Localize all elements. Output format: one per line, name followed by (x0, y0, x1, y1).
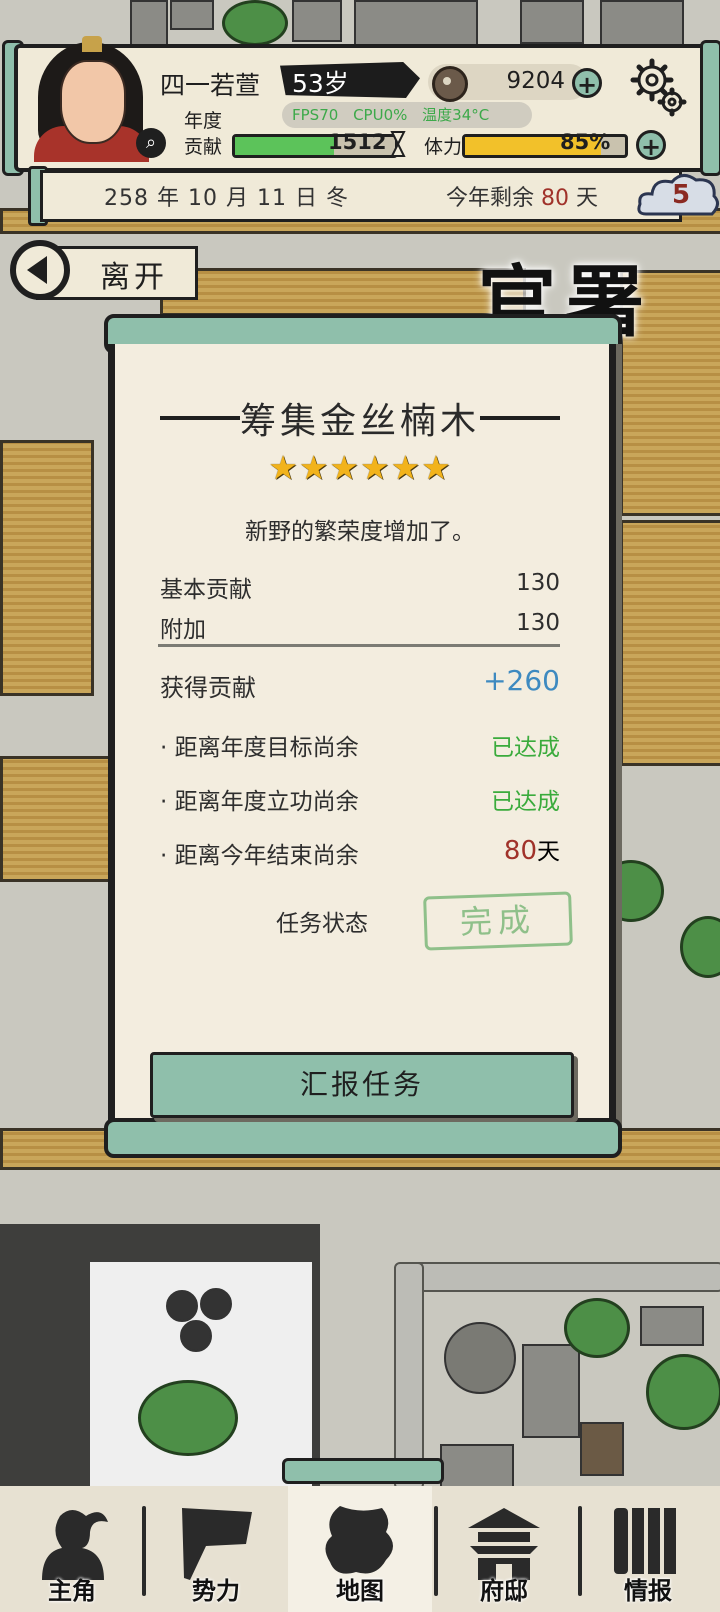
goal-label: 距离今年结束尚余 (174, 843, 359, 869)
nav-label: 势力 (192, 1577, 240, 1605)
remaining-prefix: 今年剩余 (446, 186, 535, 211)
cpu-readout: CPU0% (353, 106, 408, 124)
player-status-header: ⌕ 四一若萱 53岁 9204 + 年度 贡献 FPS70 CPU0% 温度34… (0, 36, 720, 226)
base-contribution-row: 基本贡献 130 (160, 570, 560, 604)
nav-item-map[interactable]: 地图 (288, 1486, 432, 1612)
header-scroll-rod-right (700, 40, 720, 176)
quest-rating-stars: ★★★★★★ (268, 448, 452, 487)
quest-title: 筹集金丝楠木 (239, 401, 480, 442)
quest-status-stamp: 完成 (423, 891, 573, 951)
hero-icon (42, 1510, 108, 1580)
leave-label: 离开 (100, 260, 168, 295)
search-icon[interactable]: ⌕ (136, 128, 166, 158)
leave-button[interactable]: 离开 (10, 240, 198, 302)
map-icon (325, 1506, 393, 1574)
notification-count: 5 (672, 180, 691, 210)
goal-value: 80 (503, 836, 537, 866)
bonus-contribution-value: 130 (516, 610, 560, 636)
hourglass-icon (390, 131, 406, 157)
bonus-contribution-label: 附加 (160, 617, 206, 643)
player-name: 四一若萱 (160, 71, 261, 100)
goal-value: 已达成 (491, 735, 560, 761)
goal-row-annual-merit: · 距离年度立功尚余 (160, 789, 359, 815)
stamina-value: 85% (560, 130, 611, 154)
divider (158, 644, 560, 647)
coin-icon (432, 66, 468, 102)
goal-label: 距离年度目标尚余 (174, 735, 359, 761)
faction-flag-icon (182, 1508, 252, 1580)
goal-value: 已达成 (491, 789, 560, 815)
report-quest-button[interactable]: 汇报任务 (150, 1052, 574, 1118)
base-contribution-value: 130 (516, 570, 560, 596)
goal-days-remaining: 80天 (504, 832, 560, 866)
stamina-label: 体力 (424, 136, 463, 158)
coin-amount: 9204 (506, 68, 565, 94)
gear-icon[interactable] (628, 56, 690, 118)
debug-overlay: FPS70 CPU0% 温度34°C (282, 102, 532, 128)
fps-readout: FPS70 (292, 106, 339, 124)
intel-scroll-icon (614, 1508, 676, 1574)
goal-unit: 天 (537, 839, 560, 865)
player-avatar[interactable] (20, 22, 155, 162)
bottom-navigation: 主角 势力 地图 府邸 情报 (0, 1486, 720, 1612)
base-contribution-label: 基本贡献 (160, 577, 252, 603)
quest-result-message: 新野的繁荣度增加了。 (245, 519, 475, 545)
nav-label: 地图 (336, 1577, 384, 1605)
remaining-days: 今年剩余 80 天 (446, 180, 598, 212)
nav-item-intel[interactable]: 情报 (576, 1486, 720, 1612)
active-tab-indicator (282, 1458, 444, 1484)
title-ornament-right (480, 416, 560, 420)
nav-item-faction[interactable]: 势力 (144, 1486, 288, 1612)
add-coins-plus-icon[interactable]: + (572, 68, 602, 99)
nav-item-hero[interactable]: 主角 (0, 1486, 144, 1612)
nav-label: 情报 (624, 1577, 672, 1605)
temperature-readout: 温度34°C (422, 106, 490, 124)
bonus-contribution-row: 附加 130 (160, 610, 560, 644)
scroll-rod-bottom (104, 1118, 622, 1158)
mansion-icon (468, 1508, 540, 1580)
goal-label: 距离年度立功尚余 (174, 789, 359, 815)
remaining-days-value: 80 (541, 186, 570, 211)
quest-status-label: 任务状态 (276, 911, 368, 937)
game-date: 258 年 10 月 11 日 冬 (104, 186, 349, 211)
contribution-label: 贡献 (184, 136, 223, 158)
total-contribution-value: +260 (483, 664, 560, 697)
goal-row-year-end: · 距离今年结束尚余 (160, 843, 359, 869)
nav-label: 主角 (48, 1577, 96, 1605)
annual-label: 年度 (184, 110, 223, 132)
contribution-value: 1512 (328, 130, 387, 154)
total-contribution-label: 获得贡献 (160, 674, 256, 702)
back-arrow-icon (27, 256, 47, 284)
goal-row-annual-target: · 距离年度目标尚余 (160, 735, 359, 761)
nav-label: 府邸 (480, 1577, 528, 1605)
remaining-suffix: 天 (576, 186, 599, 211)
add-stamina-plus-icon[interactable]: + (636, 130, 666, 161)
player-age: 53岁 (292, 69, 349, 98)
nav-item-mansion[interactable]: 府邸 (432, 1486, 576, 1612)
